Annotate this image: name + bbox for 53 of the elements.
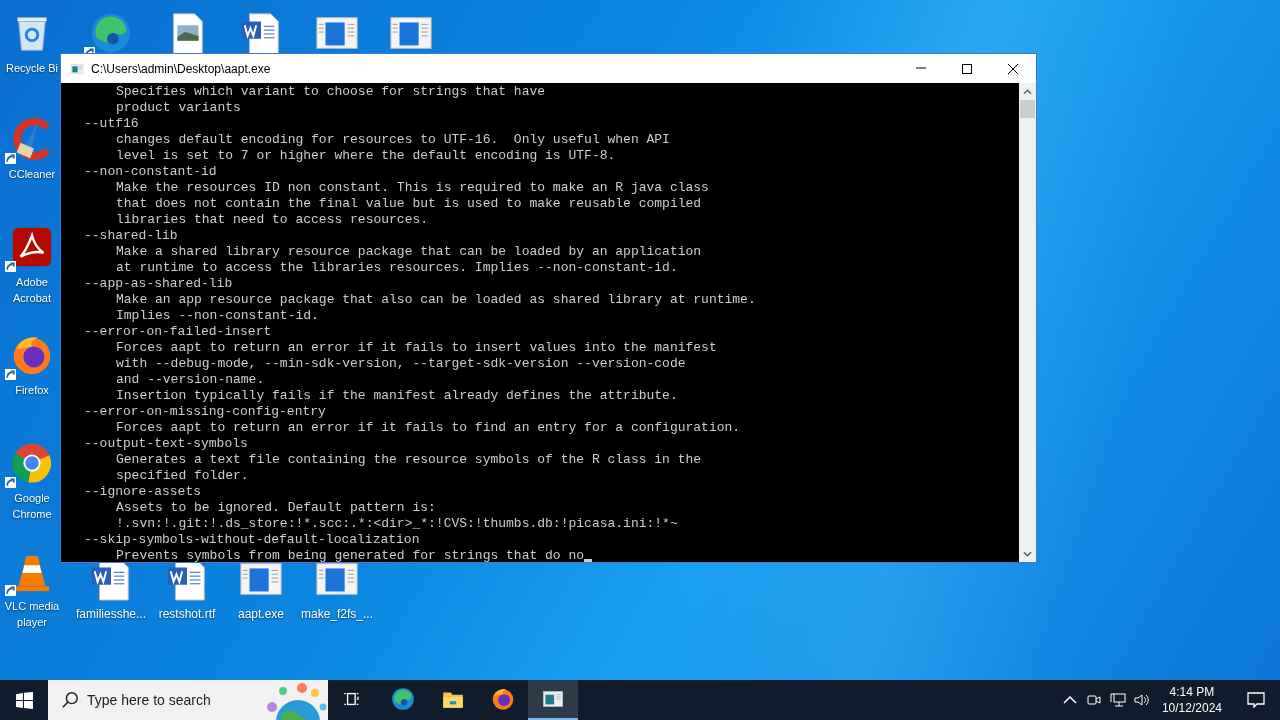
console-line: Generates a text file containing the resource symbols of the R class in the [116, 452, 702, 468]
console-line: with --debug-mode, --min-sdk-version, --target-sdk-version --version-code [116, 356, 686, 372]
console-line: --app-as-shared-lib [84, 276, 233, 292]
console-line: --error-on-failed-insert [84, 324, 272, 340]
console-line: Specifies which variant to choose for strings that have [116, 84, 546, 100]
console-line: changes default encoding for resources to UTF-16. Only useful when API [116, 132, 670, 148]
console-line: specified folder. [116, 468, 249, 484]
desktop-icon-label[interactable]: Google Chrome [4, 490, 60, 522]
scrollbar[interactable] [1019, 83, 1036, 562]
desktop-icon-label[interactable]: restshot.rtf [158, 606, 216, 622]
windows-logo-icon [15, 691, 33, 709]
taskbar-app-button[interactable] [528, 680, 578, 720]
console-line: Insertion typically fails if the manifest already defines the attribute. [116, 388, 678, 404]
console-line: at runtime to access the libraries resources. Implies --non-constant-id. [116, 260, 678, 276]
console-line: libraries that need to access resources. [116, 212, 429, 228]
console-line: Forces aapt to return an error if it fails to find an entry for a configuration. [116, 420, 741, 436]
desktop-icon-label[interactable]: Recycle Bi [6, 60, 58, 76]
console-line: Prevents symbols from being generated for strings that do no [116, 548, 585, 562]
console-line: --output-text-symbols [84, 436, 248, 452]
console-line: Assets to be ignored. Default pattern is: [116, 500, 436, 516]
console-line: Make the resources ID non constant. This is required to make an R java class [116, 180, 709, 196]
desktop-icon-label[interactable]: CCleaner [8, 166, 56, 182]
console-line: --skip-symbols-without-default-localization [84, 532, 420, 548]
maximize-icon [961, 62, 973, 75]
console-line: --utf16 [84, 116, 139, 132]
console-line: product variants [116, 100, 241, 116]
console-line: --error-on-missing-config-entry [84, 404, 326, 420]
console-line: and --version-name. [116, 372, 265, 388]
console-line: level is set to 7 or higher where the default encoding is UTF-8. [116, 148, 616, 164]
edge-browser-icon [390, 686, 416, 712]
desktop-icon-label[interactable]: familiesshe... [76, 606, 146, 622]
console-line: --shared-lib [84, 228, 178, 244]
console-line: Implies --non-constant-id. [116, 308, 319, 324]
search-icon [61, 691, 79, 709]
scroll-thumb[interactable] [1020, 100, 1035, 118]
desktop-icon-label[interactable]: Firefox [15, 382, 49, 398]
desktop-icon-label[interactable]: aapt.exe [237, 606, 284, 622]
console-line: !.svn:!.git:!.ds_store:!*.scc:.*:<dir>_*:!CVS:!thumbs.db:!picasa.ini:!*~ [116, 516, 678, 532]
desktop-icon-label[interactable]: Adobe Acrobat [4, 274, 60, 306]
window-title: C:\Users\admin\Desktop\aapt.exe [91, 61, 271, 76]
clock-date[interactable]: 10/12/2024 [1161, 700, 1222, 716]
close-icon [1007, 62, 1019, 75]
firefox-icon [490, 686, 516, 712]
console-line: --non-constant-id [84, 164, 217, 180]
clock-time[interactable]: 4:14 PM [1169, 684, 1215, 700]
console-line: --ignore-assets [84, 484, 202, 500]
console-line: that does not contain the final value but is used to make reusable compiled [116, 196, 702, 212]
search-field[interactable]: Type here to search [87, 692, 257, 708]
console-line: Forces aapt to return an error if it fails to insert values into the manifest [116, 340, 717, 356]
console-line: Make an app resource package that also can be loaded as shared library at runtime. [116, 292, 756, 308]
desktop-icon-label[interactable]: make_f2fs_... [301, 606, 373, 622]
desktop-icon-label[interactable]: VLC media player [4, 598, 60, 630]
console-line: Make a shared library resource package that can be loaded by an application [116, 244, 702, 260]
